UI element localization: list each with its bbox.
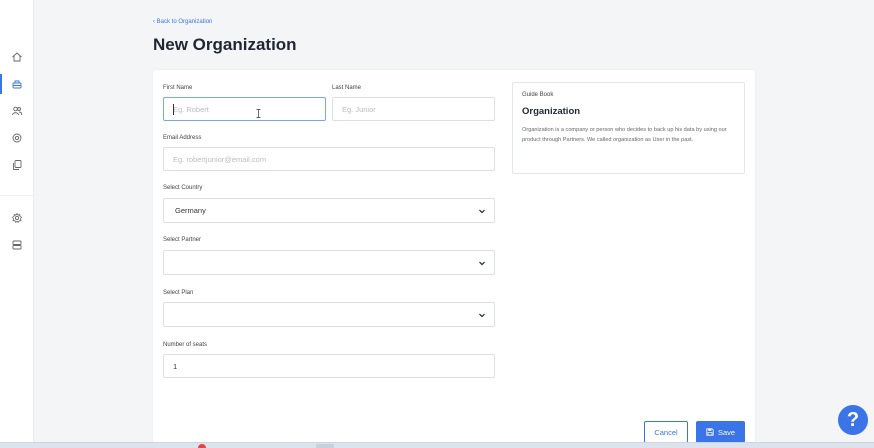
chevron-down-icon [479,261,485,266]
taskbar-tab[interactable] [316,444,334,448]
last-name-label: Last Name [332,85,362,91]
users-icon [12,106,23,116]
bottom-taskbar [0,442,874,448]
chevron-down-icon [479,313,485,318]
plan-label: Select Plan [163,290,194,296]
back-to-organization-link[interactable]: ‹ Back to Organization [153,19,212,25]
seats-value: 1 [173,361,178,371]
sidebar-divider [0,195,34,196]
sidebar-item-partners[interactable] [0,127,34,149]
guide-book-panel: Guide Book Organization Organization is … [512,82,745,174]
help-question-icon: ? [846,408,860,431]
sidebar-item-copy[interactable] [0,154,34,176]
copy-icon [13,160,22,170]
last-name-input[interactable]: Eg. Junior [332,97,495,121]
partners-icon [12,133,22,143]
sidebar-item-home[interactable] [0,46,34,68]
plan-select[interactable] [163,302,495,327]
guide-book-text: Organization is a company or person who … [522,127,727,143]
organization-icon [12,80,22,89]
sidebar-item-server[interactable] [0,234,34,256]
sidebar-item-organization[interactable] [0,73,34,95]
guide-book-caption: Guide Book [522,92,554,98]
save-button-label: Save [717,427,736,437]
text-caret [173,104,174,115]
sidebar [0,0,34,448]
taskbar-app-icon[interactable] [198,444,206,448]
sidebar-item-users[interactable] [0,100,34,122]
email-label: Email Address [163,135,202,141]
seats-label: Number of seats [163,342,208,348]
cancel-button-label: Cancel [654,427,678,437]
email-placeholder: Eg. robertjunior@email.com [173,154,267,164]
sidebar-item-settings[interactable] [0,207,34,229]
first-name-label: First Name [163,85,193,91]
country-select[interactable]: Germany [163,198,495,223]
page-title: New Organization [153,35,297,54]
email-input[interactable]: Eg. robertjunior@email.com [163,147,495,171]
gear-icon [11,212,23,224]
floppy-disk-icon [706,428,714,436]
first-name-placeholder: Eg. Robert [173,104,209,114]
save-button[interactable]: Save [696,421,745,443]
guide-book-title: Organization [522,106,581,117]
help-button[interactable]: ? [838,405,868,435]
country-label: Select Country [163,185,203,191]
country-value: Germany [175,206,206,215]
chevron-down-icon [479,209,485,214]
last-name-placeholder: Eg. Junior [342,104,376,114]
seats-input[interactable]: 1 [163,354,495,378]
text-cursor-icon [256,109,261,118]
partner-label: Select Partner [163,237,202,243]
cancel-button[interactable]: Cancel [644,421,688,443]
first-name-input[interactable]: Eg. Robert [163,97,326,121]
home-icon [12,52,22,62]
partner-select[interactable] [163,250,495,275]
server-icon [12,240,22,250]
